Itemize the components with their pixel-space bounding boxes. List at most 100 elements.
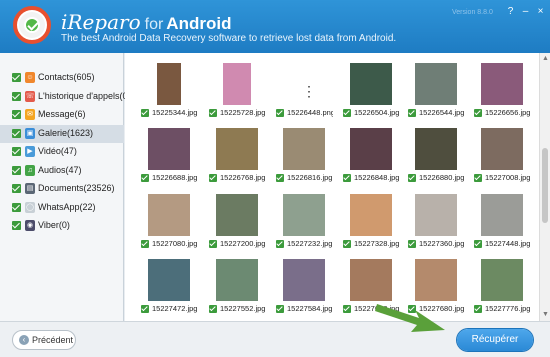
photo-tile[interactable]: 15226768.jpg: [209, 128, 265, 184]
photo-thumbnail[interactable]: ⋮: [276, 63, 332, 105]
photo-thumbnail[interactable]: [209, 259, 265, 301]
photo-thumbnail[interactable]: [408, 128, 464, 170]
sidebar-item[interactable]: ▶ Vidéo(47): [0, 143, 124, 161]
photo-thumbnail[interactable]: [276, 194, 332, 236]
photo-thumbnail[interactable]: [474, 194, 530, 236]
photo-checkbox[interactable]: [474, 109, 482, 117]
photo-tile[interactable]: 15227328.jpg: [343, 194, 399, 250]
photo-checkbox[interactable]: [276, 109, 284, 117]
photo-filename: 15226656.jpg: [485, 108, 531, 117]
photo-thumbnail[interactable]: [141, 259, 197, 301]
sidebar-item[interactable]: ☏ L'historique d'appels(0): [0, 88, 131, 106]
category-checkbox[interactable]: [12, 91, 21, 101]
photo-thumbnail[interactable]: [141, 128, 197, 170]
sidebar-item[interactable]: ◯ WhatsApp(22): [0, 199, 124, 217]
sidebar-item[interactable]: ▣ Galerie(1623): [0, 124, 124, 143]
photo-thumbnail[interactable]: [209, 194, 265, 236]
scroll-thumb[interactable]: [542, 148, 548, 223]
photo-checkbox[interactable]: [343, 240, 351, 248]
category-checkbox[interactable]: [12, 73, 21, 82]
photo-checkbox[interactable]: [276, 240, 284, 248]
photo-checkbox[interactable]: [408, 174, 416, 182]
photo-tile[interactable]: ⋮ 15226448.png: [276, 63, 333, 119]
sidebar-item[interactable]: ♫ Audios(47): [0, 162, 124, 180]
photo-thumbnail[interactable]: [343, 194, 399, 236]
photo-tile[interactable]: 15227200.jpg: [209, 194, 265, 250]
category-checkbox[interactable]: [12, 221, 21, 230]
previous-button[interactable]: ‹ Précédent: [12, 330, 76, 350]
photo-tile[interactable]: 15226544.jpg: [408, 63, 464, 119]
category-checkbox[interactable]: [12, 202, 21, 212]
category-checkbox[interactable]: [12, 165, 21, 175]
photo-thumbnail[interactable]: [474, 128, 530, 170]
grid-scrollbar[interactable]: ▲ ▼: [539, 53, 550, 321]
photo-tile[interactable]: 15226656.jpg: [474, 63, 530, 119]
whatsapp-icon: ◯: [25, 201, 35, 213]
help-button[interactable]: ?: [505, 6, 516, 17]
photo-thumbnail[interactable]: [408, 194, 464, 236]
sidebar-item[interactable]: ☺ Contacts(605): [0, 69, 124, 87]
category-checkbox[interactable]: [12, 128, 21, 138]
sidebar-item[interactable]: ▤ Documents(23526): [0, 180, 124, 198]
photo-checkbox[interactable]: [474, 174, 482, 182]
photo-tile[interactable]: 15227552.jpg: [209, 259, 265, 315]
photo-checkbox[interactable]: [276, 305, 284, 313]
photo-checkbox[interactable]: [408, 240, 416, 248]
sidebar-item-label: Audios(47): [38, 164, 82, 175]
photo-thumbnail[interactable]: [276, 128, 332, 170]
photo-tile[interactable]: 15225344.jpg: [141, 63, 197, 119]
photo-tile[interactable]: 15227776.jpg: [474, 259, 530, 315]
photo-tile[interactable]: 15227080.jpg: [141, 194, 197, 250]
photo-tile[interactable]: 15227232.jpg: [276, 194, 332, 250]
photo-tile[interactable]: 15227008.jpg: [474, 128, 530, 184]
photo-checkbox[interactable]: [141, 240, 149, 248]
photo-tile[interactable]: 15227360.jpg: [408, 194, 464, 250]
photo-checkbox[interactable]: [474, 240, 482, 248]
scroll-down-icon[interactable]: ▼: [542, 311, 549, 318]
photo-checkbox[interactable]: [343, 305, 351, 313]
photo-tile[interactable]: 15226816.jpg: [276, 128, 332, 184]
sidebar-item[interactable]: ◉ Viber(0): [0, 217, 124, 235]
photo-checkbox[interactable]: [343, 109, 351, 117]
photo-tile[interactable]: 15226688.jpg: [141, 128, 197, 184]
photo-tile[interactable]: 15227584.jpg: [276, 259, 332, 315]
photo-thumbnail[interactable]: [408, 259, 464, 301]
photo-tile[interactable]: 15225728.jpg: [209, 63, 265, 119]
photo-checkbox[interactable]: [343, 174, 351, 182]
photo-thumbnail[interactable]: [408, 63, 464, 105]
sidebar-item[interactable]: ✉ Message(6): [0, 106, 124, 124]
photo-checkbox[interactable]: [474, 305, 482, 313]
photo-thumbnail[interactable]: [343, 63, 399, 105]
photo-checkbox[interactable]: [209, 305, 217, 313]
photo-tile[interactable]: 15227472.jpg: [141, 259, 197, 315]
photo-tile[interactable]: 15227448.jpg: [474, 194, 530, 250]
photo-thumbnail[interactable]: [474, 259, 530, 301]
scroll-up-icon[interactable]: ▲: [542, 55, 549, 62]
recover-button[interactable]: Récupérer: [457, 329, 533, 351]
photo-thumbnail[interactable]: [343, 259, 399, 301]
photo-thumbnail[interactable]: [474, 63, 530, 105]
photo-checkbox[interactable]: [408, 109, 416, 117]
photo-thumbnail[interactable]: [209, 128, 265, 170]
photo-checkbox[interactable]: [141, 305, 149, 313]
minimize-button[interactable]: –: [520, 6, 531, 17]
photo-checkbox[interactable]: [209, 109, 217, 117]
photo-tile[interactable]: 15226880.jpg: [408, 128, 464, 184]
photo-checkbox[interactable]: [141, 174, 149, 182]
photo-checkbox[interactable]: [141, 109, 149, 117]
photo-checkbox[interactable]: [209, 240, 217, 248]
close-button[interactable]: ×: [535, 6, 546, 17]
photo-tile[interactable]: 15226848.jpg: [343, 128, 399, 184]
category-checkbox[interactable]: [12, 184, 21, 193]
photo-thumbnail[interactable]: [276, 259, 332, 301]
photo-image: [283, 194, 325, 236]
photo-checkbox[interactable]: [276, 174, 284, 182]
photo-thumbnail[interactable]: [343, 128, 399, 170]
category-checkbox[interactable]: [12, 110, 21, 119]
photo-tile[interactable]: 15226504.jpg: [343, 63, 399, 119]
photo-thumbnail[interactable]: [209, 63, 265, 105]
photo-thumbnail[interactable]: [141, 194, 197, 236]
photo-thumbnail[interactable]: [141, 63, 197, 105]
photo-checkbox[interactable]: [209, 174, 217, 182]
category-checkbox[interactable]: [12, 147, 21, 156]
